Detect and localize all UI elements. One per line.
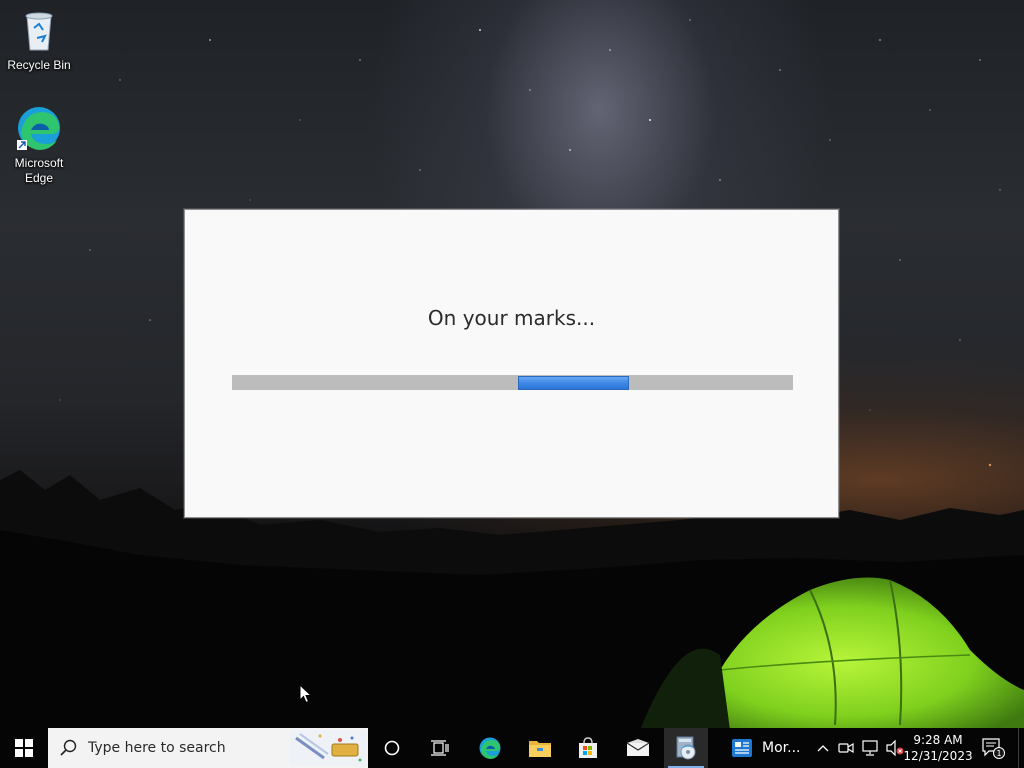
chevron-up-icon <box>817 745 829 752</box>
search-highlight-illustration <box>290 730 366 766</box>
edge-icon <box>479 737 501 759</box>
mail-button[interactable] <box>616 728 660 768</box>
setup-disc-icon <box>676 736 696 760</box>
edge-icon <box>17 107 60 150</box>
network-button[interactable] <box>860 728 882 768</box>
task-view-icon <box>431 740 449 756</box>
circle-icon <box>384 740 400 756</box>
network-icon <box>862 740 878 756</box>
desktop-background: Recycle Bin Microsoft Edge On your marks… <box>0 0 1024 728</box>
setup-app-button[interactable] <box>664 728 708 768</box>
show-hidden-icons-button[interactable] <box>812 728 834 768</box>
recycle-bin-label: Recycle Bin <box>7 58 71 72</box>
setup-splash-dialog: On your marks... <box>184 209 839 518</box>
meet-now-icon <box>838 742 854 754</box>
notification-count: 1 <box>996 749 1001 758</box>
action-center-button[interactable]: 1 <box>978 728 1008 768</box>
news-widget-icon <box>732 739 752 757</box>
store-bag-icon <box>579 737 597 758</box>
edge-label: Microsoft Edge <box>14 156 64 185</box>
recycle-bin-shortcut[interactable]: Recycle Bin <box>2 6 76 73</box>
glowing-tent <box>640 577 1024 728</box>
progress-bar <box>232 375 793 390</box>
notification-icon: 1 <box>982 738 1005 759</box>
envelope-icon <box>626 739 650 756</box>
news-widget-label: Mor... <box>762 740 801 756</box>
folder-icon <box>529 741 551 757</box>
clock-date: 12/31/2023 <box>903 749 973 763</box>
show-desktop-button[interactable] <box>1018 728 1024 768</box>
microsoft-store-button[interactable] <box>566 728 610 768</box>
windows-logo-icon <box>15 739 33 757</box>
news-widget-button[interactable]: Mor... <box>712 728 808 768</box>
clock-time: 9:28 AM <box>913 733 963 747</box>
status-message: On your marks... <box>427 306 596 330</box>
volume-muted-icon <box>886 740 904 756</box>
progress-marquee-chunk <box>518 376 629 390</box>
search-placeholder: Type here to search <box>88 740 226 756</box>
clock[interactable]: 9:28 AM 12/31/2023 <box>903 728 973 768</box>
mouse-pointer-icon <box>299 684 312 704</box>
meet-now-button[interactable] <box>836 728 856 768</box>
search-icon <box>60 739 77 756</box>
task-view-button[interactable] <box>418 728 462 768</box>
taskbar-edge-button[interactable] <box>468 728 512 768</box>
recycle-bin-icon <box>25 12 53 51</box>
search-input[interactable]: Type here to search <box>48 728 368 768</box>
taskbar: Type here to search Mor... 9:28 AM 12/31… <box>0 728 1024 768</box>
cortana-button[interactable] <box>372 728 412 768</box>
edge-shortcut[interactable]: Microsoft Edge <box>2 104 76 186</box>
start-button[interactable] <box>0 728 48 768</box>
file-explorer-button[interactable] <box>518 728 562 768</box>
